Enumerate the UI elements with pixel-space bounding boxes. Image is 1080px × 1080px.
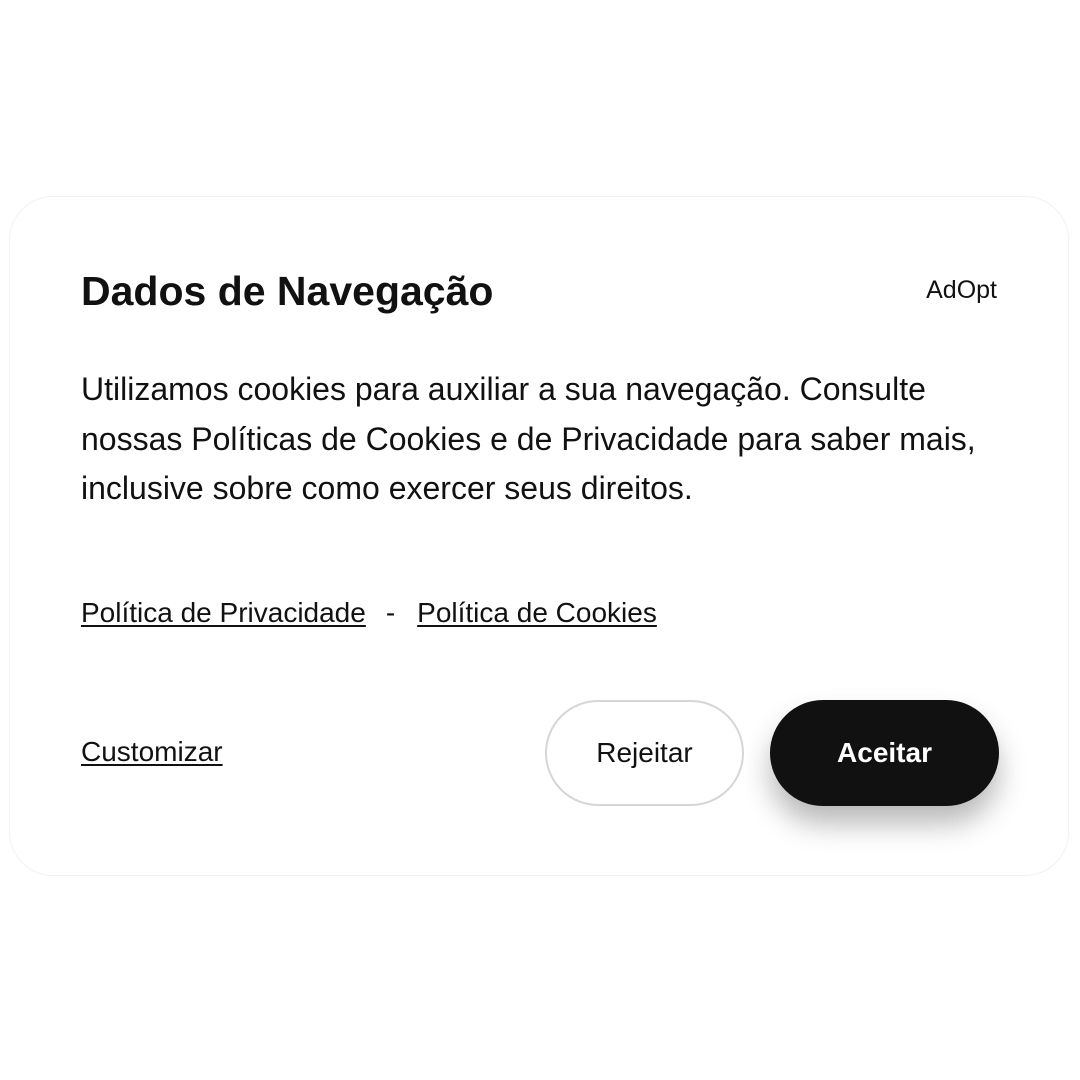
banner-title: Dados de Navegação [81,268,494,314]
cookie-consent-banner: Dados de Navegação AdOpt Utilizamos cook… [9,196,1069,876]
privacy-policy-link[interactable]: Política de Privacidade [81,597,366,628]
policy-links: Política de Privacidade - Política de Cook… [81,595,657,631]
reject-button[interactable]: Rejeitar [545,700,744,806]
link-separator: - [385,597,396,628]
brand-label: AdOpt [926,276,997,304]
banner-description: Utilizamos cookies para auxiliar a sua n… [81,371,976,506]
cookie-policy-link[interactable]: Política de Cookies [417,597,657,628]
accept-button[interactable]: Aceitar [770,700,999,806]
customize-link[interactable]: Customizar [81,734,223,770]
